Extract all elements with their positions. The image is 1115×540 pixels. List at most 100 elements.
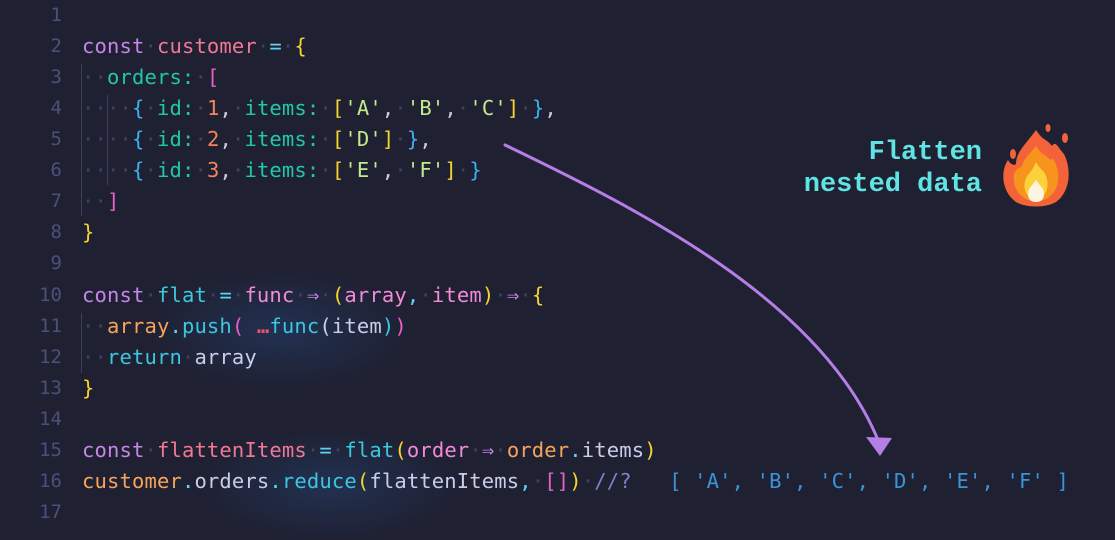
array-literal: [] bbox=[544, 469, 570, 493]
code-line-11: ··array.push( …func(item)) bbox=[82, 314, 407, 338]
code-line-3: ··orders:·[ bbox=[82, 65, 220, 89]
punctuation: , bbox=[519, 469, 532, 493]
bracket: } bbox=[82, 376, 95, 400]
punctuation: , bbox=[406, 283, 420, 307]
arrow-head bbox=[866, 437, 892, 456]
operator: = bbox=[269, 34, 282, 58]
code-line-12: ··return·array bbox=[82, 345, 257, 369]
line-number: 15 bbox=[39, 439, 62, 461]
bracket: } bbox=[469, 158, 482, 182]
code-line-6: ····{·id:·3,·items:·['E',·'F']·} bbox=[82, 158, 482, 182]
line-number: 16 bbox=[39, 470, 62, 492]
number: 3 bbox=[206, 158, 220, 182]
punctuation: , bbox=[219, 158, 232, 182]
code-line-8: } bbox=[82, 217, 95, 248]
property: items: bbox=[244, 96, 320, 120]
bracket: ( bbox=[331, 283, 345, 307]
punctuation: , bbox=[444, 96, 457, 120]
property: id: bbox=[156, 158, 195, 182]
keyword: return bbox=[106, 345, 182, 369]
bracket: [ bbox=[206, 65, 220, 89]
bracket: ( bbox=[356, 469, 370, 493]
bracket: ) bbox=[394, 314, 407, 338]
bracket: [ bbox=[331, 127, 345, 151]
string: 'A' bbox=[344, 96, 382, 120]
string: 'D' bbox=[344, 127, 382, 151]
bracket: ) bbox=[381, 314, 395, 338]
punctuation: , bbox=[381, 158, 395, 182]
parameter: func bbox=[244, 283, 295, 307]
code-line-16: customer.orders.reduce(flattenItems,·[])… bbox=[82, 469, 1069, 493]
punctuation: , bbox=[419, 127, 432, 151]
bracket: ] bbox=[444, 158, 457, 182]
code-line-10: const·flat·=·func·⇒·(array,·item)·⇒·{ bbox=[82, 283, 545, 307]
code-editor: 1 2 3 4 5 6 7 8 9 10 11 12 13 14 15 16 1… bbox=[0, 0, 1115, 540]
arrow-operator: ⇒ bbox=[481, 438, 495, 462]
code-line-4: ····{·id:·1,·items:·['A',·'B',·'C']·}, bbox=[82, 96, 557, 120]
string: 'B' bbox=[406, 96, 445, 120]
bracket: ] bbox=[381, 127, 395, 151]
arrow-operator: ⇒ bbox=[306, 283, 320, 307]
operator: = bbox=[319, 438, 332, 462]
line-number: 10 bbox=[39, 284, 62, 306]
bracket: ) bbox=[569, 469, 582, 493]
property: items bbox=[581, 438, 645, 462]
punctuation: , bbox=[219, 127, 232, 151]
bracket: ( bbox=[394, 438, 407, 462]
bracket: } bbox=[82, 220, 95, 244]
bracket: { bbox=[131, 158, 145, 182]
punctuation: , bbox=[381, 96, 395, 120]
line-number: 3 bbox=[50, 66, 62, 88]
operator: = bbox=[219, 283, 232, 307]
parameter: order bbox=[406, 438, 470, 462]
string: 'F' bbox=[406, 158, 445, 182]
callout-text: Flatten nested data bbox=[804, 137, 982, 201]
function-call: flat bbox=[344, 438, 395, 462]
method: push bbox=[181, 314, 232, 338]
callout-line-2: nested data bbox=[803, 170, 982, 200]
bracket: ( bbox=[319, 314, 332, 338]
line-number: 13 bbox=[39, 377, 62, 399]
property: items: bbox=[244, 158, 320, 182]
identifier: flat bbox=[156, 283, 207, 307]
arrow-operator: ⇒ bbox=[506, 283, 520, 307]
keyword: const bbox=[82, 34, 145, 58]
function-call: func bbox=[269, 314, 320, 338]
bracket: ) bbox=[644, 438, 657, 462]
property: id: bbox=[156, 96, 195, 120]
punctuation: . bbox=[169, 314, 182, 338]
bracket: { bbox=[531, 283, 545, 307]
bracket: ( bbox=[231, 314, 245, 338]
line-number: 11 bbox=[39, 315, 62, 337]
callout-line-1: Flatten bbox=[868, 138, 982, 168]
line-number: 6 bbox=[50, 159, 62, 181]
string: 'E' bbox=[344, 158, 382, 182]
identifier: flattenItems bbox=[156, 438, 307, 462]
punctuation: . bbox=[569, 438, 582, 462]
bracket: { bbox=[294, 34, 307, 58]
identifier: array bbox=[194, 345, 257, 369]
line-number: 7 bbox=[50, 190, 62, 212]
fire-icon bbox=[1003, 124, 1069, 207]
punctuation: , bbox=[544, 96, 557, 120]
bracket: [ bbox=[331, 158, 345, 182]
inline-result: [ 'A', 'B', 'C', 'D', 'E', 'F' ] bbox=[669, 469, 1069, 493]
number: 2 bbox=[206, 127, 220, 151]
identifier: array bbox=[106, 314, 170, 338]
code-line-15: const·flattenItems·=·flat(order·⇒·order.… bbox=[82, 438, 657, 462]
line-number: 14 bbox=[39, 408, 62, 430]
parameter: array bbox=[344, 283, 407, 307]
keyword: const bbox=[82, 438, 145, 462]
bracket: } bbox=[406, 127, 420, 151]
quokka-comment: //? bbox=[594, 469, 632, 493]
spread-operator: … bbox=[256, 314, 270, 338]
identifier: flattenItems bbox=[369, 469, 520, 493]
line-number: 12 bbox=[39, 346, 62, 368]
number: 1 bbox=[206, 96, 220, 120]
line-number: 2 bbox=[50, 35, 62, 57]
parameter: item bbox=[431, 283, 482, 307]
line-number: 9 bbox=[50, 252, 62, 274]
punctuation: , bbox=[219, 96, 232, 120]
bracket: ] bbox=[506, 96, 520, 120]
punctuation: . bbox=[269, 469, 282, 493]
